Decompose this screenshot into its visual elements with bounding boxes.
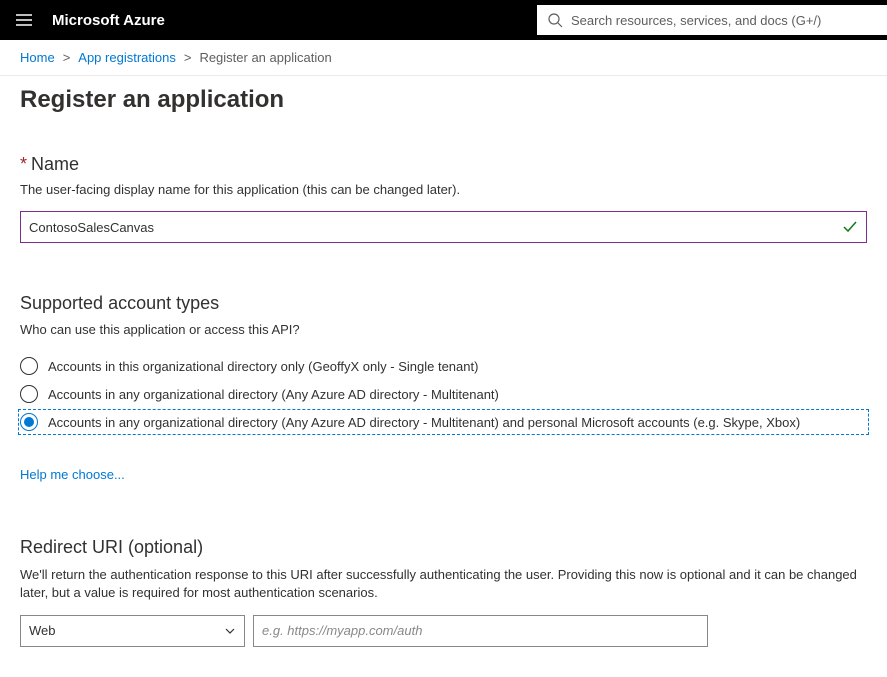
search-placeholder-text: Search resources, services, and docs (G+… xyxy=(571,13,821,28)
radio-label: Accounts in any organizational directory… xyxy=(48,415,800,430)
application-name-input[interactable] xyxy=(29,220,842,235)
radio-label: Accounts in this organizational director… xyxy=(48,359,478,374)
breadcrumb: Home > App registrations > Register an a… xyxy=(0,40,887,76)
hamburger-menu-button[interactable] xyxy=(0,0,48,40)
top-bar: Microsoft Azure Search resources, servic… xyxy=(0,0,887,40)
radio-label: Accounts in any organizational directory… xyxy=(48,387,499,402)
radio-icon xyxy=(20,385,38,403)
main-content: Register an application *Name The user-f… xyxy=(0,76,887,677)
account-type-multitenant-personal-radio[interactable]: Accounts in any organizational directory… xyxy=(20,411,867,433)
brand-label: Microsoft Azure xyxy=(48,12,165,29)
global-search-input[interactable]: Search resources, services, and docs (G+… xyxy=(537,5,887,35)
redirect-uri-input[interactable] xyxy=(253,615,708,647)
required-star: * xyxy=(20,154,27,174)
breadcrumb-current: Register an application xyxy=(199,50,331,65)
radio-icon xyxy=(20,413,38,431)
name-field-label: *Name xyxy=(20,154,867,175)
breadcrumb-separator: > xyxy=(63,50,71,65)
name-input-container xyxy=(20,211,867,243)
redirect-platform-dropdown[interactable]: Web xyxy=(20,615,245,647)
help-me-choose-link[interactable]: Help me choose... xyxy=(20,467,125,482)
redirect-uri-row: Web xyxy=(20,615,867,647)
breadcrumb-home-link[interactable]: Home xyxy=(20,50,55,65)
breadcrumb-separator: > xyxy=(184,50,192,65)
radio-icon xyxy=(20,357,38,375)
page-title: Register an application xyxy=(20,86,867,114)
checkmark-icon xyxy=(842,219,858,235)
breadcrumb-app-registrations-link[interactable]: App registrations xyxy=(78,50,176,65)
chevron-down-icon xyxy=(224,625,236,637)
name-field-description: The user-facing display name for this ap… xyxy=(20,181,867,199)
redirect-uri-description: We'll return the authentication response… xyxy=(20,566,867,602)
search-icon xyxy=(547,12,563,28)
account-type-single-tenant-radio[interactable]: Accounts in this organizational director… xyxy=(20,355,867,377)
dropdown-value: Web xyxy=(29,623,56,638)
account-types-heading: Supported account types xyxy=(20,293,867,314)
hamburger-icon xyxy=(15,11,33,29)
redirect-uri-heading: Redirect URI (optional) xyxy=(20,537,867,558)
account-types-description: Who can use this application or access t… xyxy=(20,322,867,337)
account-type-multitenant-radio[interactable]: Accounts in any organizational directory… xyxy=(20,383,867,405)
